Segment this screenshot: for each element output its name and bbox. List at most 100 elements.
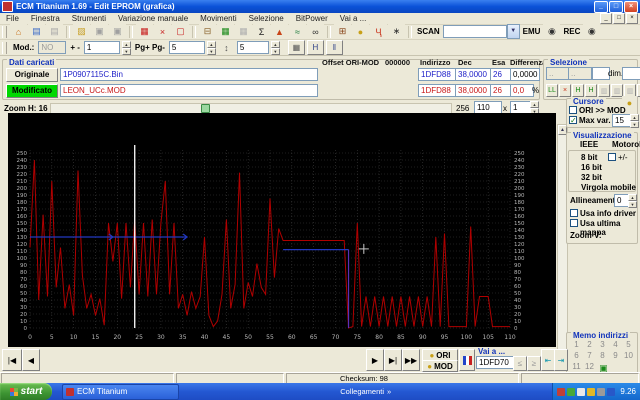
max-var-stepper[interactable]: ▲ ▼ <box>630 114 639 128</box>
nav-prev-button[interactable]: ◀ <box>22 349 40 371</box>
memo-slot-7[interactable]: 7 <box>583 351 596 362</box>
table-off-icon[interactable]: ▦ <box>235 24 252 39</box>
tray-icon-6[interactable] <box>607 387 616 396</box>
memo-slot-5[interactable]: 5 <box>622 340 635 351</box>
eprom-graph[interactable]: 0 0 10 10 20 20 30 30 40 40 50 50 60 60 70 70 80 80 90 90 10… <box>8 113 556 347</box>
goto-next-button[interactable]: ≥ <box>527 356 541 371</box>
usa-info-checkbox[interactable] <box>570 209 578 217</box>
goto-prev-button[interactable]: ≤ <box>513 356 527 371</box>
menu-selezione[interactable]: Selezione <box>243 14 290 23</box>
originale-button[interactable]: Originale <box>6 68 58 82</box>
title-bar[interactable]: ECM Titanium 1.69 - Edit EPROM (grafica)… <box>0 0 640 13</box>
pg-stepper[interactable]: ▲ ▼ <box>206 41 216 55</box>
modificato-file-field[interactable]: LEON_UCc.MOD <box>60 84 318 97</box>
menu-variazione-manuale[interactable]: Variazione manuale <box>112 14 194 23</box>
copy-icon[interactable]: ▤ <box>28 24 45 39</box>
chevron-down-icon[interactable]: ▼ <box>506 24 520 39</box>
print-icon[interactable]: ⊟ <box>199 24 216 39</box>
menu-finestra[interactable]: Finestra <box>25 14 66 23</box>
flag-icon[interactable] <box>459 349 475 371</box>
minimize-icon[interactable]: _ <box>594 0 608 13</box>
scan-value[interactable] <box>442 25 507 38</box>
collegamenti-toolbar[interactable]: Collegamenti» <box>340 387 391 396</box>
usa-ultima-checkbox[interactable] <box>570 219 578 227</box>
view-3d-icon[interactable]: ‖ <box>325 40 343 55</box>
allineamento-stepper[interactable]: ▲ ▼ <box>628 194 637 208</box>
tray-icon-5[interactable] <box>597 387 606 396</box>
plusminus-stepper[interactable]: ▲ ▼ <box>121 41 131 55</box>
maximize-icon[interactable]: □ <box>609 0 623 13</box>
toolbar2-grip[interactable] <box>2 41 7 54</box>
sel-start-icon[interactable]: LL <box>546 84 558 97</box>
nav-first-button[interactable]: |◀ <box>2 349 22 371</box>
run-icon[interactable]: Ҷ <box>370 24 387 39</box>
lock-icon[interactable]: ● <box>352 24 369 39</box>
menu-strumenti[interactable]: Strumenti <box>66 14 112 23</box>
export-window-icon[interactable]: ⊞ <box>334 24 351 39</box>
memo-slot-10[interactable]: 10 <box>622 351 635 362</box>
find-icon[interactable]: ∞ <box>307 24 324 39</box>
save-all-icon[interactable]: ▣ <box>109 24 126 39</box>
delete-map-icon[interactable]: × <box>154 24 171 39</box>
zoomh-slider-thumb[interactable] <box>201 104 210 113</box>
ori-mod-checkbox[interactable] <box>569 106 577 114</box>
pg-field[interactable]: 5 <box>168 41 205 54</box>
edit-map-icon[interactable]: ▦ <box>136 24 153 39</box>
home-icon[interactable]: ⌂ <box>10 24 27 39</box>
selezione-to-field[interactable]: .. <box>568 67 592 80</box>
sigma-icon[interactable]: Σ <box>253 24 270 39</box>
jump-right-button[interactable]: ⇥ <box>554 349 568 371</box>
table-icon[interactable]: ▦ <box>217 24 234 39</box>
step-icon[interactable]: ↕ <box>217 40 235 55</box>
max-var-checkbox[interactable]: ✓ <box>569 116 577 125</box>
mdi-close-icon[interactable]: × <box>626 13 638 24</box>
memo-slot-9[interactable]: 9 <box>609 351 622 362</box>
view-2d-icon[interactable]: Н <box>306 40 324 55</box>
chart-icon[interactable]: ▲ <box>271 24 288 39</box>
menu-vai-a-[interactable]: Vai a ... <box>334 14 373 23</box>
sel-end-icon[interactable]: H <box>572 84 584 97</box>
tray-icon-4[interactable] <box>587 387 596 396</box>
paste-icon[interactable]: ▤ <box>46 24 63 39</box>
open-folder-icon[interactable]: ▨ <box>73 24 90 39</box>
sel-all-icon[interactable]: H <box>585 84 597 97</box>
plusminus-field[interactable]: 1 <box>83 41 120 54</box>
tray-icon-1[interactable] <box>557 387 566 396</box>
step-field[interactable]: 5 <box>236 41 269 54</box>
modificato-button[interactable]: Modificato <box>6 84 58 98</box>
vai-a-field[interactable]: 1DFD70 <box>476 356 514 369</box>
originale-file-field[interactable]: 1P0907115C.Bin <box>60 68 318 81</box>
nav-next-button[interactable]: ▶ <box>366 349 384 371</box>
tray-icon-3[interactable] <box>577 387 586 396</box>
menu-bitpower[interactable]: BitPower <box>290 14 334 23</box>
memo-slot-1[interactable]: 1 <box>570 340 583 351</box>
rec-gear-icon[interactable]: ◉ <box>583 24 601 39</box>
tray-icon-2[interactable] <box>567 387 576 396</box>
gear-icon[interactable]: ∗ <box>388 24 405 39</box>
scan-dropdown[interactable]: ▼ <box>442 24 520 39</box>
max-var-field[interactable]: 15 <box>612 114 632 127</box>
dim-field[interactable] <box>622 67 640 80</box>
emu-gear-icon[interactable]: ◉ <box>543 24 561 39</box>
memo-slot-3[interactable]: 3 <box>596 340 609 351</box>
step-stepper[interactable]: ▲ ▼ <box>270 41 280 55</box>
menu-movimenti[interactable]: Movimenti <box>194 14 242 23</box>
memo-slot-4[interactable]: 4 <box>609 340 622 351</box>
window-map-icon[interactable]: ▢ <box>172 24 189 39</box>
start-button[interactable]: start <box>0 383 52 400</box>
selezione-from-field[interactable]: .. <box>546 67 570 80</box>
pm-checkbox[interactable] <box>608 153 616 161</box>
taskbar-task-ecm[interactable]: ECM Titanium <box>62 383 179 400</box>
mod-button[interactable]: ● MOD <box>422 360 458 372</box>
menu-file[interactable]: File <box>0 14 25 23</box>
mdi-minimize-icon[interactable]: _ <box>600 13 612 24</box>
hex-view-icon[interactable]: ▦ <box>287 40 305 55</box>
memo-slot-8[interactable]: 8 <box>596 351 609 362</box>
close-icon[interactable]: × <box>624 0 638 13</box>
mdi-restore-icon[interactable]: □ <box>613 13 625 24</box>
nav-last-button[interactable]: ▶| <box>384 349 402 371</box>
jump-left-button[interactable]: ⇤ <box>541 349 555 371</box>
nav-page-button[interactable]: ▶▶ <box>402 349 420 371</box>
memo-slot-6[interactable]: 6 <box>570 351 583 362</box>
memo-slot-2[interactable]: 2 <box>583 340 596 351</box>
